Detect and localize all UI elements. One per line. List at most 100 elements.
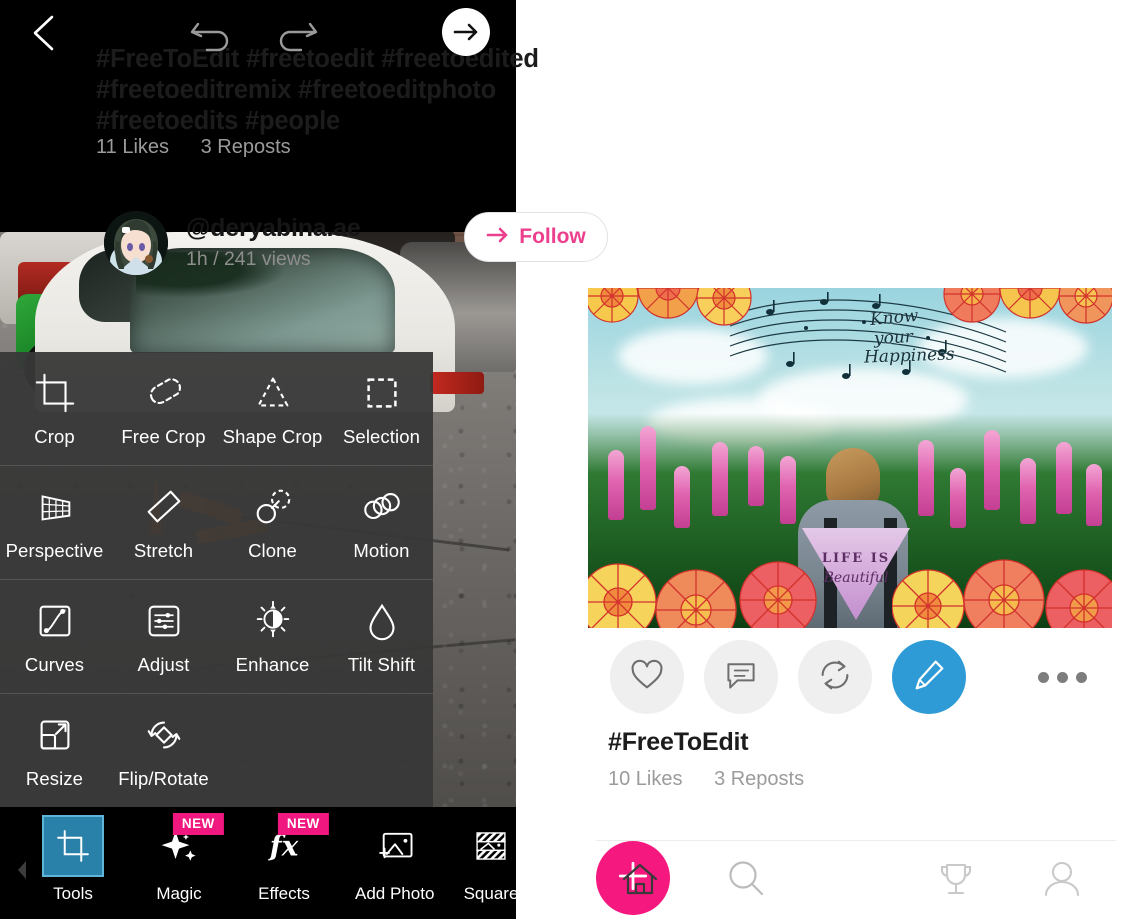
editor-bottom-toolbar: Tools NEW Magic NEW fx Effects Add Photo… bbox=[0, 807, 516, 919]
post-meta: 1h / 241 views bbox=[186, 248, 311, 270]
bottomnav-label: Magic bbox=[156, 884, 202, 903]
comment-icon bbox=[723, 657, 759, 698]
post-image[interactable]: Know your Happiness LIFE IS Beautiful bbox=[588, 288, 1112, 628]
feed-bottom-nav bbox=[596, 841, 1137, 919]
tool-label: Perspective bbox=[5, 539, 104, 561]
heart-icon bbox=[628, 656, 666, 699]
image-text-line-3: Happiness bbox=[863, 344, 955, 368]
tool-clone[interactable]: Clone bbox=[218, 466, 327, 579]
likes-count-bottom: 10 Likes bbox=[608, 768, 683, 790]
back-icon[interactable] bbox=[24, 12, 64, 54]
tool-label: Flip/Rotate bbox=[118, 768, 209, 789]
flower-border-top-right bbox=[943, 288, 1112, 324]
add-photo-icon bbox=[364, 815, 426, 877]
redo-icon[interactable] bbox=[272, 12, 320, 54]
nav-search[interactable] bbox=[716, 853, 776, 909]
tool-label: Curves bbox=[24, 653, 85, 675]
square-fit-icon bbox=[460, 815, 516, 877]
more-options-button[interactable] bbox=[1038, 662, 1100, 692]
bottomnav-add-photo[interactable]: Add Photo bbox=[355, 815, 434, 904]
nav-home[interactable] bbox=[610, 853, 670, 909]
bottomnav-magic[interactable]: NEW Magic bbox=[148, 813, 224, 904]
tilt-shift-icon bbox=[359, 598, 405, 644]
selection-icon bbox=[359, 370, 405, 416]
tool-flip-rotate[interactable]: Flip/Rotate bbox=[109, 694, 218, 808]
bottomnav-label: Square bbox=[463, 884, 516, 903]
flower-border-top-left bbox=[588, 288, 752, 326]
bottomnav-tools[interactable]: Tools bbox=[42, 815, 104, 904]
bottomnav-effects[interactable]: NEW fx Effects bbox=[253, 813, 329, 904]
tool-resize[interactable]: Resize bbox=[0, 694, 109, 808]
flip-rotate-icon bbox=[141, 712, 187, 758]
tool-label: Selection bbox=[342, 425, 420, 447]
tool-label: Tilt Shift bbox=[347, 653, 416, 675]
tool-crop[interactable]: Crop bbox=[0, 352, 109, 465]
edit-button[interactable] bbox=[892, 640, 966, 714]
tool-curves[interactable]: Curves bbox=[0, 580, 109, 693]
editor-topbar bbox=[0, 0, 516, 66]
crop-icon bbox=[32, 370, 78, 416]
tool-empty-slot bbox=[218, 694, 327, 808]
tool-label: Clone bbox=[248, 539, 297, 561]
post-action-row bbox=[596, 640, 1116, 720]
reposts-count-bottom: 3 Reposts bbox=[714, 768, 805, 790]
tool-motion[interactable]: Motion bbox=[327, 466, 436, 579]
more-dots-icon bbox=[1038, 671, 1049, 683]
likes-count-top: 11 Likes bbox=[96, 136, 170, 158]
tool-label: Crop bbox=[34, 425, 75, 447]
bottomnav-label: Tools bbox=[53, 884, 93, 903]
resize-icon bbox=[32, 712, 78, 758]
enhance-icon bbox=[250, 598, 296, 644]
crop-icon bbox=[42, 815, 104, 877]
new-badge: NEW bbox=[172, 813, 224, 835]
like-button[interactable] bbox=[610, 640, 684, 714]
repost-icon bbox=[816, 656, 854, 699]
person-icon bbox=[1040, 857, 1084, 906]
scroll-left-icon[interactable] bbox=[14, 859, 30, 881]
tool-label: Free Crop bbox=[121, 425, 206, 447]
tool-label: Shape Crop bbox=[222, 425, 323, 447]
adjust-icon bbox=[141, 598, 187, 644]
bottomnav-square-fit[interactable]: Square bbox=[460, 815, 516, 904]
tool-perspective[interactable]: Perspective bbox=[0, 466, 109, 579]
trophy-icon bbox=[934, 857, 978, 906]
more-dots-icon bbox=[1057, 671, 1068, 683]
undo-icon[interactable] bbox=[188, 12, 236, 54]
avatar[interactable] bbox=[104, 211, 168, 275]
arrow-right-icon bbox=[486, 226, 510, 249]
tool-label: Adjust bbox=[137, 653, 190, 675]
bottomnav-label: Add Photo bbox=[355, 884, 435, 903]
comment-button[interactable] bbox=[704, 640, 778, 714]
post-caption: #FreeToEdit bbox=[608, 728, 749, 756]
tool-label: Stretch bbox=[133, 539, 194, 561]
shape-crop-icon bbox=[250, 370, 296, 416]
search-icon bbox=[724, 857, 768, 906]
post-stats-top: 11 Likes 3 Reposts bbox=[96, 136, 317, 159]
tool-label: Resize bbox=[25, 768, 84, 789]
curves-icon bbox=[32, 598, 78, 644]
follow-label: Follow bbox=[519, 225, 586, 248]
nav-challenges[interactable] bbox=[926, 853, 986, 909]
tool-shape-crop[interactable]: Shape Crop bbox=[218, 352, 327, 465]
tool-row: Perspective Stretch Clone Motion bbox=[0, 466, 433, 580]
pencil-icon bbox=[910, 656, 948, 699]
tool-free-crop[interactable]: Free Crop bbox=[109, 352, 218, 465]
tool-tilt-shift[interactable]: Tilt Shift bbox=[327, 580, 436, 693]
post-author-row: @deryabina.ae 1h / 241 views Follow bbox=[90, 208, 608, 278]
tool-adjust[interactable]: Adjust bbox=[109, 580, 218, 693]
clone-icon bbox=[250, 484, 296, 530]
flower-border-bottom-left bbox=[588, 561, 817, 628]
next-arrow-button[interactable] bbox=[442, 8, 490, 56]
repost-button[interactable] bbox=[798, 640, 872, 714]
tool-enhance[interactable]: Enhance bbox=[218, 580, 327, 693]
new-badge: NEW bbox=[277, 813, 329, 835]
tool-selection[interactable]: Selection bbox=[327, 352, 436, 465]
nav-profile[interactable] bbox=[1032, 853, 1092, 909]
more-dots-icon bbox=[1076, 671, 1087, 683]
author-username[interactable]: @deryabina.ae bbox=[186, 214, 361, 243]
bottomnav-label: Effects bbox=[258, 884, 310, 903]
free-crop-icon bbox=[141, 370, 187, 416]
follow-button[interactable]: Follow bbox=[464, 212, 608, 262]
tool-row: Resize Flip/Rotate bbox=[0, 694, 433, 808]
tool-stretch[interactable]: Stretch bbox=[109, 466, 218, 579]
